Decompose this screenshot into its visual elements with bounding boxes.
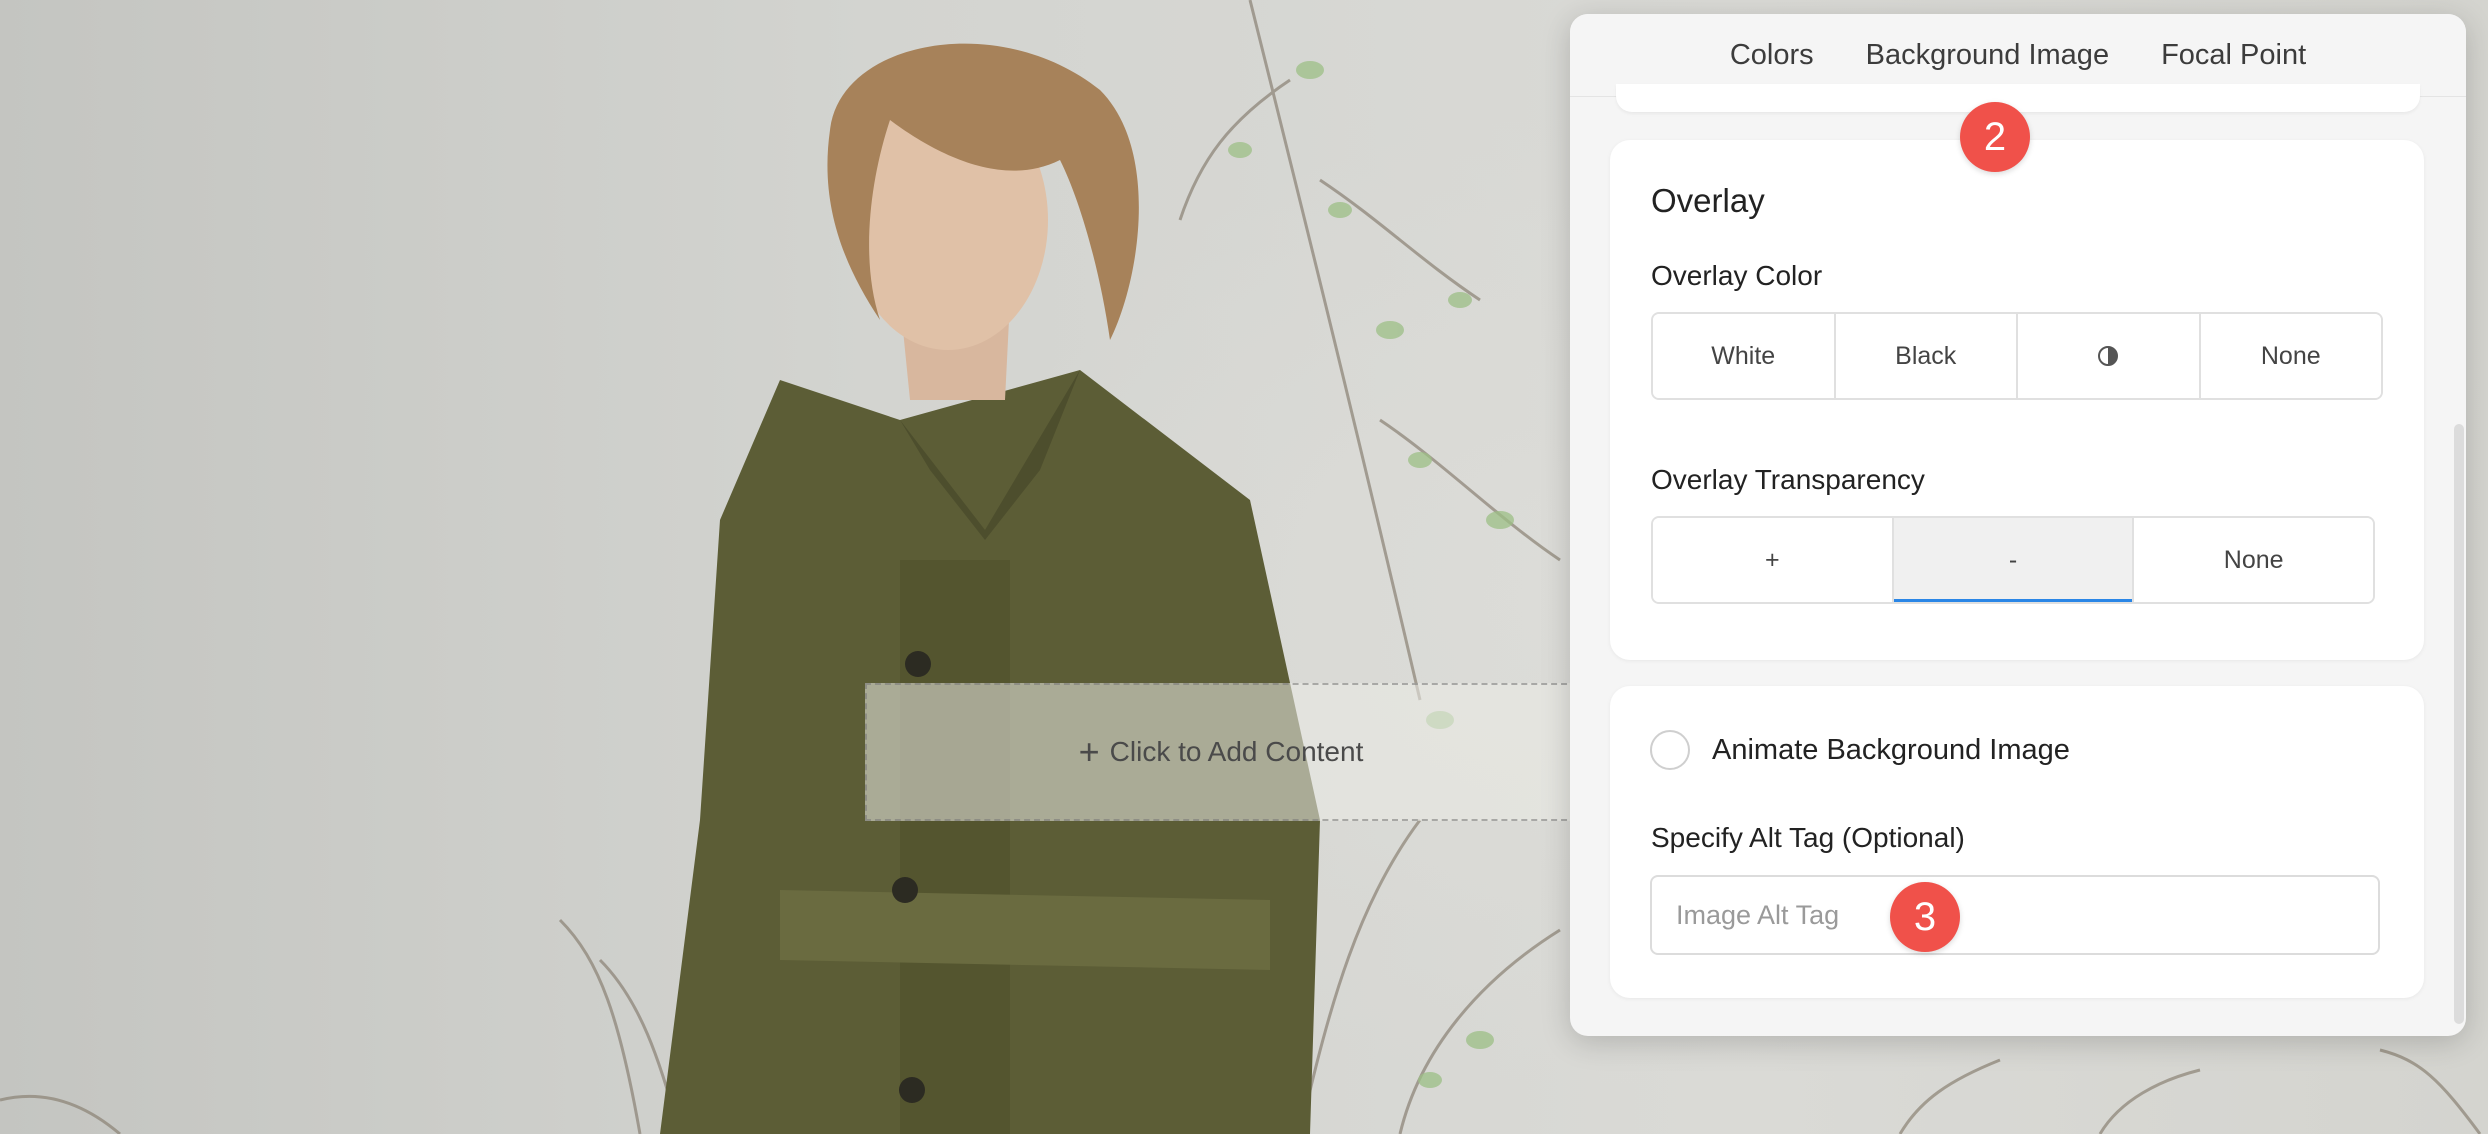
plus-icon: + xyxy=(1078,731,1100,772)
previous-card-edge xyxy=(1616,84,2420,112)
overlay-color-none[interactable]: None xyxy=(2200,314,2381,398)
animate-background-label: Animate Background Image xyxy=(1712,733,2070,766)
transparency-none-label: None xyxy=(2223,545,2284,574)
contrast-icon xyxy=(2098,346,2119,366)
transparency-increase-label: + xyxy=(1765,545,1780,574)
transparency-increase-button[interactable]: + xyxy=(1653,518,1894,602)
overlay-color-white-label: White xyxy=(1711,341,1776,370)
add-content-label: Click to Add Content xyxy=(1109,736,1364,767)
overlay-color-custom[interactable] xyxy=(2018,314,2201,398)
overlay-transparency-label: Overlay Transparency xyxy=(1651,464,1925,495)
overlay-color-none-label: None xyxy=(2260,341,2321,370)
overlay-title: Overlay xyxy=(1651,182,1765,219)
overlay-transparency-selector: + - None xyxy=(1651,516,2375,604)
alt-tag-label: Specify Alt Tag (Optional) xyxy=(1651,822,1965,853)
animate-background-radio[interactable] xyxy=(1650,730,1690,770)
alt-tag-input[interactable] xyxy=(1650,875,2380,955)
overlay-color-black[interactable]: Black xyxy=(1835,314,2018,398)
tab-background-image-label: Background Image xyxy=(1865,38,2110,71)
panel-scrollbar[interactable] xyxy=(2454,424,2464,1024)
overlay-color-label: Overlay Color xyxy=(1651,260,1823,291)
animate-background-option[interactable]: Animate Background Image xyxy=(1650,730,2070,770)
overlay-color-black-label: Black xyxy=(1895,341,1957,370)
annotation-badge-2: 2 xyxy=(1960,102,2030,172)
transparency-decrease-label: - xyxy=(2008,545,2018,574)
annotation-badge-3: 3 xyxy=(1890,882,1960,952)
overlay-color-selector: White Black None xyxy=(1651,312,2383,400)
tab-focal-point-label: Focal Point xyxy=(2161,38,2307,71)
transparency-decrease-button[interactable]: - xyxy=(1893,518,2135,602)
tab-colors-label: Colors xyxy=(1729,38,1814,71)
model-photo xyxy=(660,43,1320,1134)
settings-panel: Colors Background Image Focal Point Over… xyxy=(1570,14,2466,1036)
transparency-none-button[interactable]: None xyxy=(2134,518,2373,602)
overlay-color-white[interactable]: White xyxy=(1653,314,1836,398)
animate-alt-card: Animate Background Image Specify Alt Tag… xyxy=(1610,686,2424,998)
add-content-placeholder[interactable]: + Click to Add Content xyxy=(865,683,1577,821)
overlay-card: Overlay Overlay Color White Black None O… xyxy=(1610,140,2424,660)
